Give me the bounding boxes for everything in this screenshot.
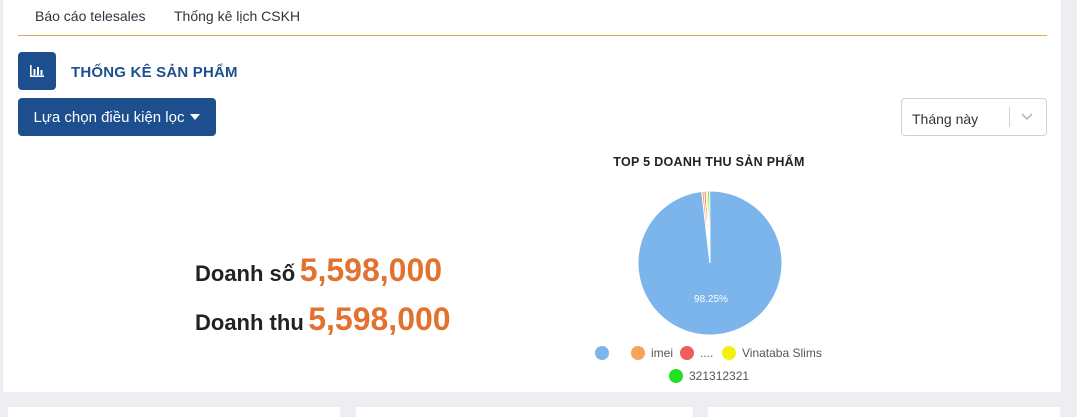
legend-item[interactable]: imei (631, 346, 673, 360)
legend-dot (669, 369, 683, 383)
legend-dot (722, 346, 736, 360)
legend-item[interactable]: 321312321 (669, 369, 749, 383)
pie-data-label: 98.25% (694, 294, 728, 305)
summary-card (356, 407, 693, 417)
legend-label: .... (700, 346, 714, 360)
legend-item[interactable]: .... (680, 346, 713, 360)
legend-label: 321312321 (689, 369, 750, 383)
chart-title: TOP 5 DOANH THU SẢN PHẨM (613, 155, 805, 169)
legend-label: Vinataba Slims (742, 346, 822, 360)
legend-label: imei (651, 346, 674, 360)
bar-chart-icon (18, 52, 56, 90)
caret-down-icon (190, 114, 201, 120)
period-select[interactable]: Tháng này (901, 98, 1047, 136)
select-divider (1009, 107, 1010, 127)
legend-dot (631, 346, 645, 360)
filter-conditions-button[interactable]: Lựa chọn điều kiện lọc (18, 98, 216, 136)
tab-bar: Báo cáo telesales Thống kê lịch CSKH (18, 0, 1047, 36)
filter-button-label: Lựa chọn điều kiện lọc (33, 108, 185, 126)
summary-card (708, 407, 1060, 417)
pie-chart (637, 190, 783, 336)
revenue-label: Doanh thu (195, 310, 304, 335)
legend-item[interactable] (595, 346, 615, 360)
summary-card (8, 407, 340, 417)
sales-value: 5,598,000 (299, 252, 443, 288)
period-select-value: Tháng này (912, 111, 979, 127)
tab-cskh-schedule[interactable]: Thống kê lịch CSKH (174, 8, 300, 24)
section-title: THỐNG KÊ SẢN PHẨM (71, 64, 238, 81)
sales-label: Doanh số (195, 261, 296, 286)
revenue-value: 5,598,000 (308, 301, 451, 337)
main-panel: Báo cáo telesales Thống kê lịch CSKH THỐ… (3, 0, 1061, 392)
revenue-metric: Doanh thu 5,598,000 (195, 301, 451, 338)
sales-metric: Doanh số 5,598,000 (195, 252, 442, 289)
legend-dot (680, 346, 694, 360)
chevron-down-icon (1020, 109, 1034, 128)
legend-dot (595, 346, 609, 360)
tab-telesales-report[interactable]: Báo cáo telesales (35, 8, 146, 24)
legend-item[interactable]: Vinataba Slims (722, 346, 822, 360)
